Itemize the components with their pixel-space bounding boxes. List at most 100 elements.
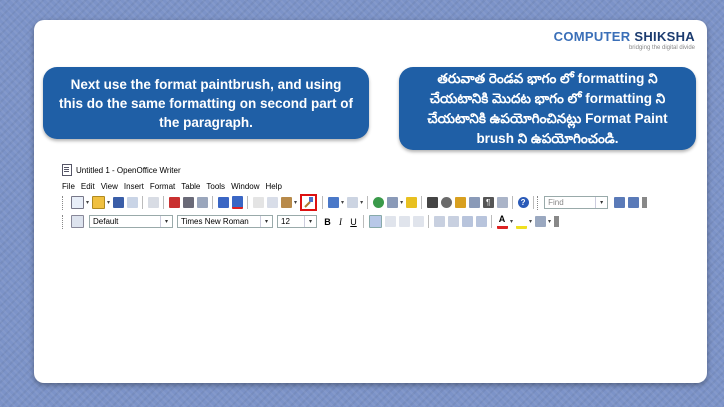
toolbar-grip[interactable] (62, 214, 66, 229)
increase-indent-icon[interactable] (475, 216, 487, 227)
font-size-value: 12 (281, 217, 290, 226)
toolbar-grip[interactable] (537, 195, 541, 210)
toolbar-separator (212, 196, 214, 209)
paragraph-style-value: Default (93, 217, 119, 226)
underline-button[interactable]: U (348, 217, 359, 227)
toolbar-separator (533, 196, 535, 209)
cut-icon[interactable] (252, 197, 264, 208)
menu-table[interactable]: Table (181, 182, 200, 191)
edit-file-icon[interactable] (147, 197, 159, 208)
computer-shiksha-logo: COMPUTER SHIKSHA bridging the digital di… (554, 29, 695, 51)
english-instruction-bubble: Next use the format paintbrush, and usin… (43, 67, 369, 139)
align-left-icon[interactable] (368, 215, 382, 228)
menu-insert[interactable]: Insert (124, 182, 144, 191)
find-dropdown-icon[interactable]: ▾ (595, 197, 607, 208)
data-sources-icon[interactable] (468, 197, 480, 208)
highlighting-icon[interactable] (515, 214, 527, 229)
copy-icon[interactable] (266, 197, 278, 208)
find-previous-icon[interactable] (613, 197, 625, 208)
formatting-marks-icon[interactable]: ¶ (482, 197, 494, 208)
highlighting-dropdown-icon[interactable]: ▾ (529, 218, 532, 225)
export-pdf-icon[interactable] (168, 197, 180, 208)
zoom-icon[interactable] (496, 197, 508, 208)
chevron-down-icon[interactable]: ▾ (304, 216, 316, 227)
writer-document-icon (62, 164, 72, 176)
telugu-instruction-bubble: తరువాత రెండవ భాగం లో formatting ని చేయటా… (399, 67, 696, 150)
menu-edit[interactable]: Edit (81, 182, 95, 191)
font-color-icon[interactable]: A (496, 214, 508, 229)
toolbar-overflow-icon[interactable] (554, 216, 560, 227)
menu-tools[interactable]: Tools (206, 182, 225, 191)
toolbar-separator (367, 196, 369, 209)
help-icon[interactable]: ? (517, 197, 529, 208)
toolbar-separator (428, 215, 429, 228)
font-name-combo[interactable]: Times New Roman ▾ (177, 215, 273, 228)
paragraph-style-combo[interactable]: Default ▾ (89, 215, 173, 228)
navigator-icon[interactable] (440, 197, 452, 208)
find-replace-icon[interactable] (426, 197, 438, 208)
undo-dropdown-icon[interactable]: ▾ (341, 199, 344, 206)
logo-text-main: COMPUTER (553, 29, 631, 44)
styles-formatting-icon[interactable] (70, 215, 84, 228)
menu-help[interactable]: Help (266, 182, 282, 191)
find-input[interactable]: Find ▾ (544, 196, 609, 209)
font-color-dropdown-icon[interactable]: ▾ (510, 218, 513, 225)
chevron-down-icon[interactable]: ▾ (160, 216, 172, 227)
undo-icon[interactable] (327, 197, 339, 208)
decrease-indent-icon[interactable] (461, 216, 473, 227)
telugu-instruction-text: తరువాత రెండవ భాగం లో formatting ని చేయటా… (427, 70, 668, 146)
save-icon[interactable] (112, 197, 124, 208)
table-dropdown-icon[interactable]: ▾ (400, 199, 403, 206)
logo-text-accent: SHIKSHA (634, 29, 695, 44)
page-preview-icon[interactable] (196, 197, 208, 208)
menu-file[interactable]: File (62, 182, 75, 191)
email-document-icon[interactable] (126, 197, 138, 208)
numbering-icon[interactable] (433, 216, 445, 227)
toolbar-separator (163, 196, 165, 209)
toolbar-overflow-icon[interactable] (642, 197, 648, 208)
english-instruction-text: Next use the format paintbrush, and usin… (58, 76, 354, 130)
toolbar-grip[interactable] (62, 195, 66, 210)
find-next-icon[interactable] (627, 197, 639, 208)
background-color-icon[interactable] (534, 216, 546, 227)
new-dropdown-icon[interactable]: ▾ (86, 199, 89, 206)
menu-window[interactable]: Window (231, 182, 259, 191)
align-right-icon[interactable] (398, 216, 410, 227)
toolbar-separator (512, 196, 514, 209)
table-icon[interactable] (386, 197, 398, 208)
menu-format[interactable]: Format (150, 182, 175, 191)
logo-tagline: bridging the digital divide (628, 45, 695, 51)
font-size-combo[interactable]: 12 ▾ (277, 215, 317, 228)
redo-icon[interactable] (346, 197, 358, 208)
draw-functions-icon[interactable] (405, 197, 417, 208)
paste-icon[interactable] (280, 197, 292, 208)
toolbar-separator (322, 196, 324, 209)
chevron-down-icon[interactable]: ▾ (260, 216, 272, 227)
justify-icon[interactable] (412, 216, 424, 227)
print-icon[interactable] (182, 197, 194, 208)
redo-dropdown-icon[interactable]: ▾ (360, 199, 363, 206)
menu-view[interactable]: View (101, 182, 118, 191)
background-color-dropdown-icon[interactable]: ▾ (548, 218, 551, 225)
menu-bar: File Edit View Insert Format Table Tools… (62, 180, 702, 192)
open-dropdown-icon[interactable]: ▾ (107, 199, 110, 206)
format-paintbrush-highlight[interactable] (300, 194, 318, 211)
bullets-icon[interactable] (447, 216, 459, 227)
open-folder-icon[interactable] (91, 196, 105, 209)
align-center-icon[interactable] (384, 216, 396, 227)
toolbar-separator (491, 215, 492, 228)
find-placeholder: Find (548, 198, 564, 207)
standard-toolbar: ▾ ▾ ▾ ▾ ▾ ▾ ¶ ? Find ▾ (62, 194, 702, 211)
autospellcheck-icon[interactable] (231, 196, 243, 209)
spellcheck-icon[interactable] (217, 197, 229, 208)
openoffice-writer-window: Untitled 1 - OpenOffice Writer File Edit… (62, 164, 702, 230)
hyperlink-icon[interactable] (372, 197, 384, 208)
gallery-icon[interactable] (454, 197, 466, 208)
formatting-toolbar: Default ▾ Times New Roman ▾ 12 ▾ B I U A ▾ ▾… (62, 213, 702, 230)
new-document-icon[interactable] (70, 196, 84, 209)
window-title: Untitled 1 - OpenOffice Writer (76, 165, 181, 175)
italic-button[interactable]: I (335, 217, 346, 227)
format-paintbrush-icon[interactable] (303, 197, 314, 208)
paste-dropdown-icon[interactable]: ▾ (294, 199, 297, 206)
bold-button[interactable]: B (322, 217, 333, 227)
